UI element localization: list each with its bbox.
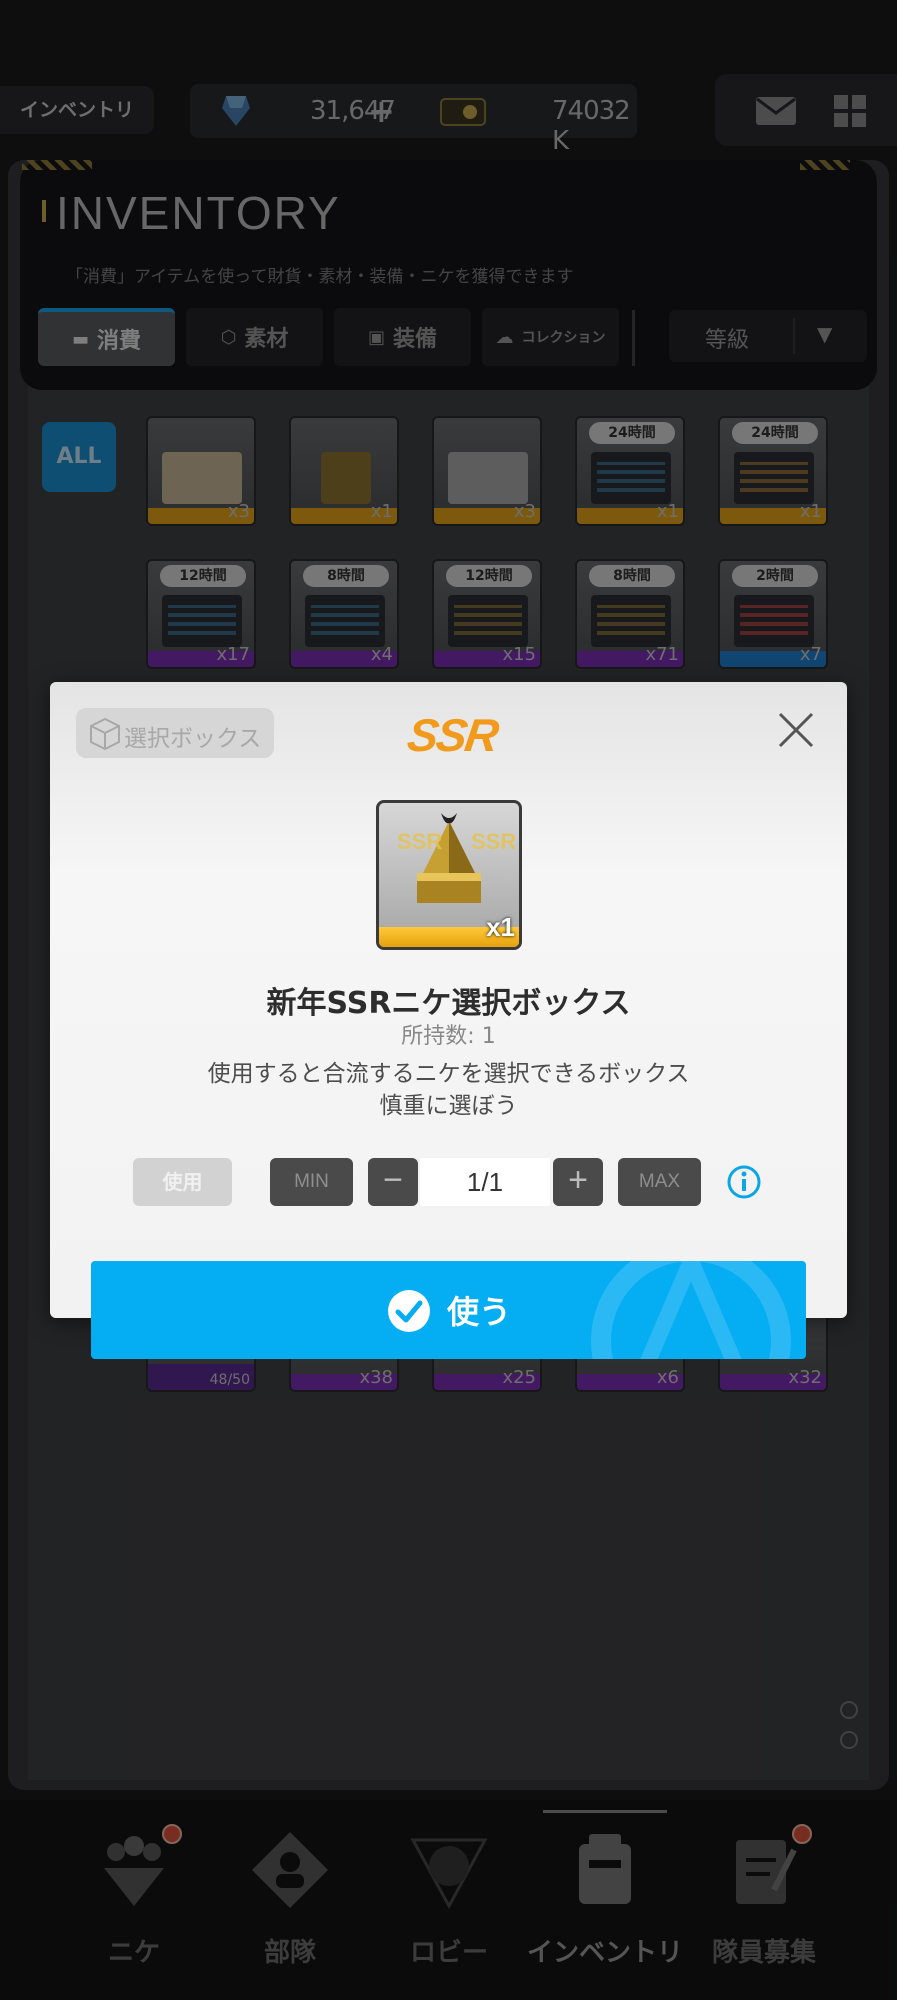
svg-text:SSR: SSR	[471, 829, 516, 854]
use-button-label: 使う	[447, 1293, 512, 1331]
max-button[interactable]: MAX	[618, 1158, 701, 1206]
item-description: 使用すると合流するニケを選択できるボックス 慎重に選ぼう	[50, 1058, 847, 1122]
min-button[interactable]: MIN	[270, 1158, 353, 1206]
emblem-watermark-icon	[591, 1261, 791, 1359]
description-line: 慎重に選ぼう	[379, 1093, 518, 1119]
info-icon[interactable]	[726, 1164, 762, 1200]
item-image: SSR SSR x1	[376, 800, 522, 950]
item-type-badge: 選択ボックス	[76, 708, 274, 758]
close-icon[interactable]	[774, 708, 818, 752]
minus-icon: −	[383, 1161, 403, 1199]
item-name: 新年SSRニケ選択ボックス	[266, 986, 631, 1021]
box-icon	[90, 717, 120, 750]
check-circle-icon	[388, 1290, 430, 1332]
item-type-label: 選択ボックス	[124, 726, 262, 752]
increment-button[interactable]: +	[553, 1158, 603, 1206]
owned-count: 所持数: 1	[401, 1024, 496, 1049]
rarity-label: SSR	[404, 709, 501, 761]
svg-text:SSR: SSR	[397, 829, 442, 854]
decrement-button[interactable]: −	[368, 1158, 418, 1206]
item-quantity: x1	[486, 912, 515, 942]
description-line: 使用すると合流するニケを選択できるボックス	[207, 1061, 690, 1087]
plus-icon: +	[568, 1161, 588, 1199]
quantity-field[interactable]: 1/1	[420, 1158, 550, 1206]
use-label-button: 使用	[133, 1158, 232, 1206]
use-button[interactable]: 使う	[91, 1261, 806, 1359]
item-use-dialog: 選択ボックス SSR SSR SSR x1 新年SSRニケ選択ボックス 所持数:…	[50, 682, 847, 1318]
